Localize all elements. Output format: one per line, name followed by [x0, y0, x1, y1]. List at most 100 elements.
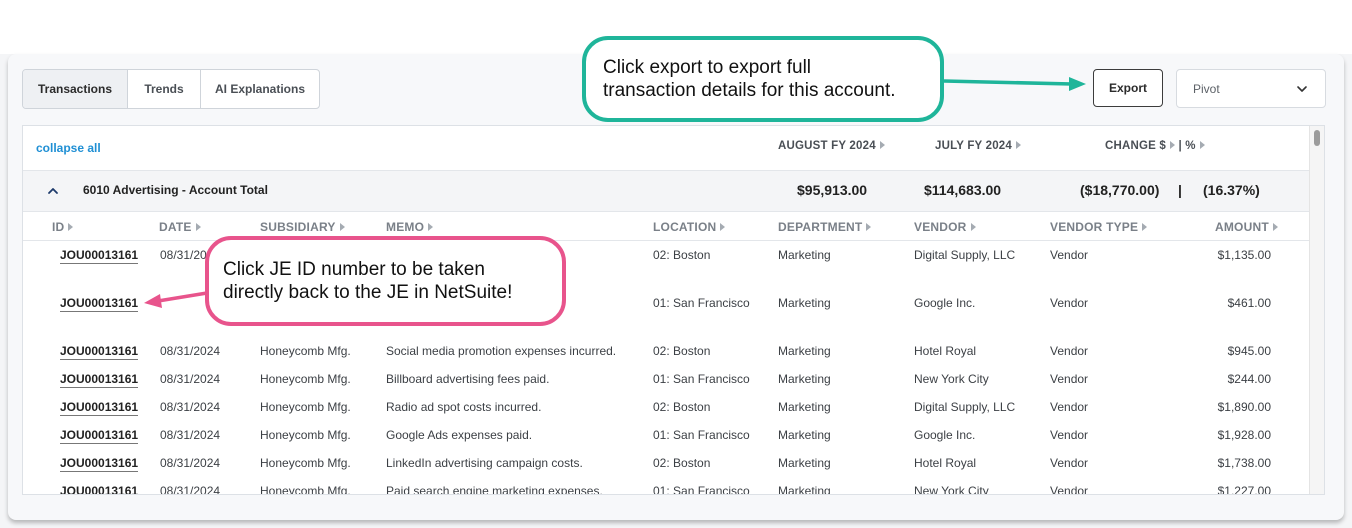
col-vendor-type-label: VENDOR TYPE: [1050, 220, 1139, 234]
col-amount[interactable]: AMOUNT: [1215, 220, 1278, 234]
vertical-scrollbar[interactable]: [1309, 126, 1324, 494]
row-amount: $945.00: [1227, 344, 1271, 358]
tab-trends[interactable]: Trends: [128, 70, 201, 108]
row-id-link[interactable]: JOU00013161: [60, 344, 139, 360]
collapse-all-link[interactable]: collapse all: [36, 141, 101, 155]
row-memo: Billboard advertising fees paid.: [386, 372, 550, 386]
col-august[interactable]: AUGUST FY 2024: [778, 140, 885, 152]
col-amount-label: AMOUNT: [1215, 220, 1269, 234]
col-subsidiary[interactable]: SUBSIDIARY: [260, 220, 345, 234]
row-vendor: Digital Supply, LLC: [914, 248, 1016, 262]
col-memo[interactable]: MEMO: [386, 220, 434, 234]
je-id-link[interactable]: JOU00013161: [60, 400, 139, 416]
row-vendor-type: Vendor: [1050, 428, 1089, 442]
je-callout-line2: directly back to the JE in NetSuite!: [223, 282, 513, 303]
col-department[interactable]: DEPARTMENT: [778, 220, 872, 234]
row-location: 01: San Francisco: [653, 484, 750, 495]
sort-arrow-icon: [68, 223, 74, 231]
chevron-up-icon[interactable]: [47, 185, 59, 197]
summary-header: collapse all AUGUST FY 2024 JULY FY 2024…: [23, 126, 1311, 171]
col-department-label: DEPARTMENT: [778, 220, 863, 234]
row-memo: Social media promotion expenses incurred…: [386, 344, 617, 358]
account-change-percent: (16.37%): [1203, 182, 1260, 198]
row-department: Marketing: [778, 428, 831, 442]
je-id-link[interactable]: JOU00013161: [60, 344, 139, 360]
je-id-link[interactable]: JOU00013161: [60, 428, 139, 444]
row-vendor: Hotel Royal: [914, 456, 977, 470]
col-location-label: LOCATION: [653, 220, 717, 234]
tab-ai-explanations[interactable]: AI Explanations: [201, 70, 319, 108]
export-button[interactable]: Export: [1093, 69, 1163, 107]
sort-arrow-icon: [720, 223, 726, 231]
pivot-select[interactable]: Pivot: [1176, 69, 1326, 108]
export-callout-line2: transaction details for this account.: [603, 80, 896, 101]
col-location[interactable]: LOCATION: [653, 220, 726, 234]
col-id-label: ID: [52, 220, 65, 234]
row-vendor-type: Vendor: [1050, 456, 1089, 470]
account-change-separator: |: [1178, 182, 1182, 198]
row-vendor: New York City: [914, 484, 989, 495]
row-date: 08/31/2024: [160, 344, 221, 358]
col-subsidiary-label: SUBSIDIARY: [260, 220, 336, 234]
row-amount: $1,738.00: [1217, 456, 1271, 470]
row-vendor-type: Vendor: [1050, 484, 1089, 495]
row-id-link[interactable]: JOU00013161: [60, 248, 139, 264]
row-id-link[interactable]: JOU00013161: [60, 428, 139, 444]
row-location: 01: San Francisco: [653, 372, 750, 386]
je-id-link[interactable]: JOU00013161: [60, 484, 139, 494]
col-change[interactable]: CHANGE $ | %: [1105, 140, 1205, 152]
col-vendor-label: VENDOR: [914, 220, 967, 234]
row-subsidiary: Honeycomb Mfg.: [260, 372, 351, 386]
row-vendor-type: Vendor: [1050, 400, 1089, 414]
col-change-label: CHANGE $: [1105, 140, 1167, 152]
col-id[interactable]: ID: [52, 220, 74, 234]
je-id-link[interactable]: JOU00013161: [60, 248, 139, 264]
row-department: Marketing: [778, 296, 831, 310]
view-tabs: Transactions Trends AI Explanations: [22, 69, 320, 109]
row-id-link[interactable]: JOU00013161: [60, 296, 139, 312]
je-id-callout: Click JE ID number to be taken directly …: [205, 236, 566, 326]
row-amount: $461.00: [1227, 296, 1271, 310]
row-department: Marketing: [778, 456, 831, 470]
row-vendor-type: Vendor: [1050, 372, 1089, 386]
row-vendor: New York City: [914, 372, 989, 386]
row-date: 08/31/2024: [160, 484, 221, 495]
row-amount: $1,928.00: [1217, 428, 1271, 442]
account-total-row[interactable]: 6010 Advertising - Account Total $95,913…: [23, 171, 1311, 212]
sort-arrow-icon: [1016, 141, 1021, 149]
row-location: 01: San Francisco: [653, 296, 750, 310]
row-vendor: Hotel Royal: [914, 344, 977, 358]
account-july-total: $114,683.00: [924, 182, 1002, 198]
row-memo: LinkedIn advertising campaign costs.: [386, 456, 583, 470]
account-august-total: $95,913.00: [797, 182, 868, 198]
tab-transactions[interactable]: Transactions: [23, 70, 128, 108]
col-vendor[interactable]: VENDOR: [914, 220, 976, 234]
row-department: Marketing: [778, 344, 831, 358]
col-date[interactable]: DATE: [159, 220, 201, 234]
col-july[interactable]: JULY FY 2024: [935, 140, 1021, 152]
je-id-link[interactable]: JOU00013161: [60, 372, 139, 388]
sort-arrow-icon: [1170, 141, 1176, 149]
row-id-link[interactable]: JOU00013161: [60, 484, 139, 494]
je-id-link[interactable]: JOU00013161: [60, 456, 139, 472]
row-location: 02: Boston: [653, 456, 711, 470]
row-id-link[interactable]: JOU00013161: [60, 400, 139, 416]
row-vendor-type: Vendor: [1050, 296, 1089, 310]
col-vendor-type[interactable]: VENDOR TYPE: [1050, 220, 1148, 234]
row-subsidiary: Honeycomb Mfg.: [260, 456, 351, 470]
je-callout-line1: Click JE ID number to be taken: [223, 259, 485, 280]
account-name: 6010 Advertising - Account Total: [83, 183, 268, 197]
je-id-link[interactable]: JOU00013161: [60, 296, 139, 312]
col-july-label: JULY FY 2024: [935, 140, 1012, 152]
export-callout: Click export to export full transaction …: [582, 36, 944, 122]
row-amount: $244.00: [1227, 372, 1271, 386]
row-id-link[interactable]: JOU00013161: [60, 372, 139, 388]
row-id-link[interactable]: JOU00013161: [60, 456, 139, 472]
sort-arrow-icon: [1142, 223, 1148, 231]
row-memo: Paid search engine marketing expenses.: [386, 484, 603, 495]
row-vendor-type: Vendor: [1050, 248, 1089, 262]
row-subsidiary: Honeycomb Mfg.: [260, 484, 351, 495]
scrollbar-thumb[interactable]: [1314, 130, 1320, 146]
sort-arrow-icon: [970, 223, 976, 231]
sort-arrow-icon: [339, 223, 345, 231]
